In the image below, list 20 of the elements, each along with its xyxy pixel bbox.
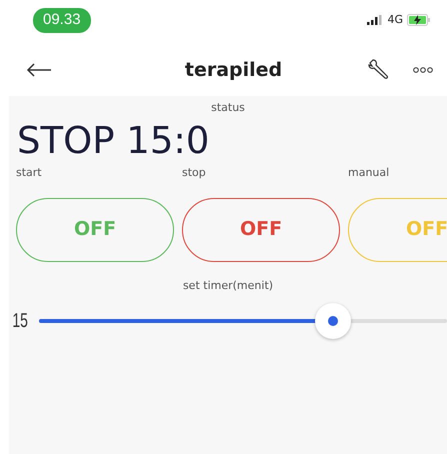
page-title: terapiled bbox=[184, 58, 282, 83]
timer-value: 15 bbox=[12, 309, 28, 334]
timer-slider[interactable] bbox=[39, 302, 447, 340]
switch-label: start bbox=[16, 166, 42, 180]
toggle-button[interactable]: OFF bbox=[16, 198, 174, 262]
back-arrow-icon[interactable] bbox=[26, 63, 52, 77]
switch-label: stop bbox=[182, 166, 206, 180]
toggle-button[interactable]: OFF bbox=[182, 198, 340, 262]
signal-icon bbox=[367, 15, 384, 26]
switch-label: manual bbox=[348, 166, 390, 180]
more-icon[interactable] bbox=[413, 67, 433, 73]
timer-label: set timer(menit) bbox=[182, 278, 274, 292]
clock-time: 09.33 bbox=[33, 8, 91, 32]
status-value: STOP 15:0 bbox=[17, 118, 210, 162]
battery-charging-icon bbox=[407, 14, 431, 26]
toggle-button[interactable]: OFF bbox=[348, 198, 447, 262]
network-type: 4G bbox=[387, 12, 403, 28]
wrench-icon[interactable] bbox=[367, 59, 389, 81]
status-label: status bbox=[211, 101, 245, 114]
slider-thumb[interactable] bbox=[314, 303, 351, 340]
